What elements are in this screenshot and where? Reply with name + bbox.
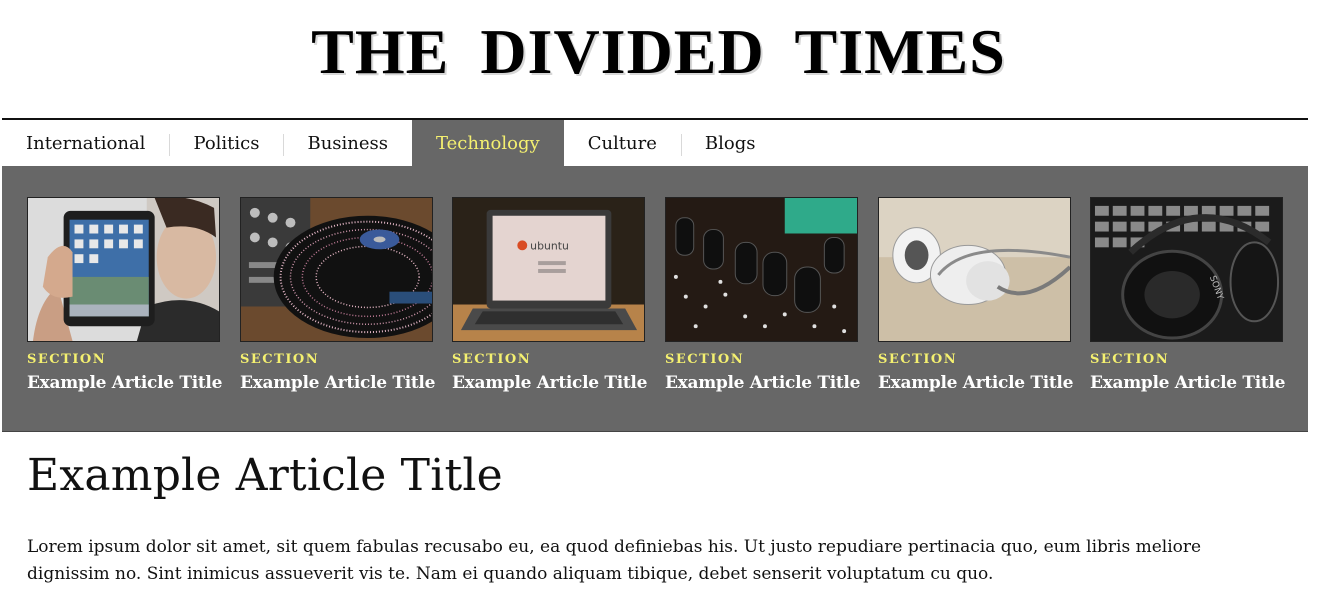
card-section-label: SECTION [27, 352, 107, 367]
card-title[interactable]: Example Article Title [1090, 373, 1285, 393]
article-card[interactable]: SECTION Example Article Title [27, 197, 222, 393]
article-title: Example Article Title [27, 450, 503, 501]
nav-item-label: Blogs [704, 132, 756, 154]
card-title[interactable]: Example Article Title [878, 373, 1073, 393]
turntable-photo[interactable] [240, 197, 433, 342]
article-body: Lorem ipsum dolor sit amet, sit quem fab… [27, 537, 1202, 584]
nav-item-technology[interactable]: Technology [412, 120, 564, 167]
card-section-label: SECTION [665, 352, 745, 367]
nav-item-label: International [26, 132, 146, 154]
headphones-keyboard-photo[interactable]: SONY [1090, 197, 1283, 342]
article-card[interactable]: SECTION Example Article Title [665, 197, 860, 393]
nav-item-politics[interactable]: Politics [169, 120, 283, 166]
nav-item-culture[interactable]: Culture [564, 120, 681, 166]
site-title[interactable]: THE DIVIDED TIMES [311, 15, 1006, 89]
nav-item-blogs[interactable]: Blogs [680, 120, 780, 166]
main-article: Example Article Title Lorem ipsum dolor … [27, 450, 1297, 588]
laptop-screen-text: ubuntu [530, 239, 569, 252]
card-title[interactable]: Example Article Title [240, 373, 435, 393]
article-card[interactable]: SECTION Example Article Title [878, 197, 1073, 393]
main-nav: International Politics Business Technolo… [2, 118, 1308, 167]
article-card[interactable]: ubuntu SECTION Example Article Title [452, 197, 647, 393]
card-section-label: SECTION [1090, 352, 1170, 367]
card-title[interactable]: Example Article Title [665, 373, 860, 393]
nav-item-label: Culture [587, 132, 657, 154]
nav-item-international[interactable]: International [2, 120, 169, 166]
card-section-label: SECTION [240, 352, 320, 367]
card-title[interactable]: Example Article Title [27, 373, 222, 393]
masthead: THE DIVIDED TIMES [0, 0, 1317, 118]
article-card[interactable]: SECTION Example Article Title [240, 197, 435, 393]
technology-dropdown-panel: SECTION Example Article Title SECTION Ex… [2, 167, 1308, 432]
circuit-board-photo[interactable] [665, 197, 858, 342]
nav-item-label: Business [307, 132, 389, 154]
ubuntu-laptop-photo[interactable]: ubuntu [452, 197, 645, 342]
article-card[interactable]: SONY SECTION Example Article Title [1090, 197, 1285, 393]
card-title[interactable]: Example Article Title [452, 373, 647, 393]
earphones-photo[interactable] [878, 197, 1071, 342]
card-section-label: SECTION [452, 352, 532, 367]
nav-item-business[interactable]: Business [283, 120, 412, 166]
nav-item-label: Politics [193, 132, 260, 154]
card-section-label: SECTION [878, 352, 958, 367]
tablet-photo[interactable] [27, 197, 220, 342]
nav-item-label: Technology [436, 133, 540, 154]
